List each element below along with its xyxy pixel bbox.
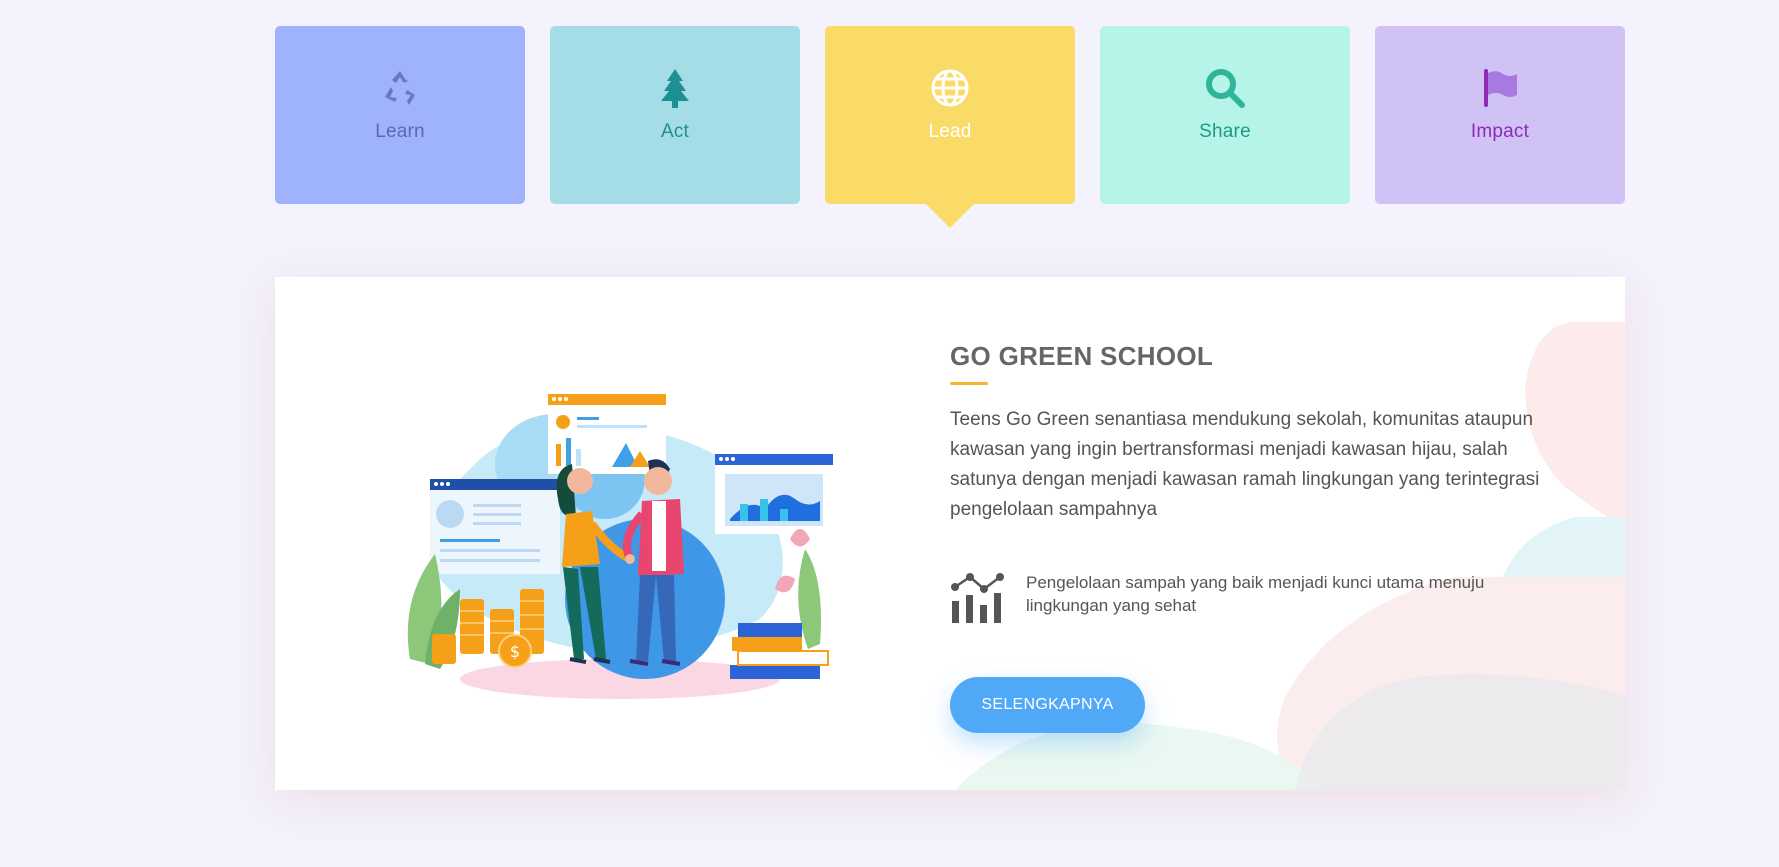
magnifier-icon — [1203, 66, 1247, 110]
svg-text:$: $ — [510, 642, 520, 661]
content-text: GO GREEN SCHOOL Teens Go Green senantias… — [950, 341, 1550, 733]
tab-impact[interactable]: Impact — [1375, 26, 1625, 204]
tab-lead-label: Lead — [928, 121, 972, 142]
tab-share[interactable]: Share — [1100, 26, 1350, 204]
tab-impact-label: Impact — [1470, 121, 1530, 142]
tab-share-label: Share — [1199, 121, 1251, 142]
chart-icon — [951, 573, 1004, 623]
recycle-icon — [378, 66, 422, 110]
flag-icon — [1478, 66, 1522, 110]
feature-item: Pengelolaan sampah yang baik menjadi kun… — [950, 571, 1550, 625]
tab-lead[interactable]: Lead — [825, 26, 1075, 228]
title-underline — [950, 382, 988, 385]
selengkapnya-button[interactable]: SELENGKAPNYA — [950, 677, 1145, 733]
feature-text: Pengelolaan sampah yang baik menjadi kun… — [1026, 573, 1485, 615]
tab-learn-label: Learn — [375, 121, 425, 142]
tree-icon — [653, 66, 697, 110]
tab-act[interactable]: Act — [550, 26, 800, 204]
section-description: Teens Go Green senantiasa mendukung seko… — [950, 409, 1540, 520]
globe-icon — [928, 66, 972, 110]
content-card: $ GO GREEN SCHOOL Teens Go Green senanti… — [275, 277, 1625, 790]
category-tabs: Learn Act Lead Share Impact — [275, 26, 1625, 228]
tab-learn[interactable]: Learn — [275, 26, 525, 204]
business-handshake-illustration: $ — [407, 394, 833, 699]
section-title: GO GREEN SCHOOL — [950, 341, 1214, 371]
tab-act-label: Act — [660, 121, 690, 142]
